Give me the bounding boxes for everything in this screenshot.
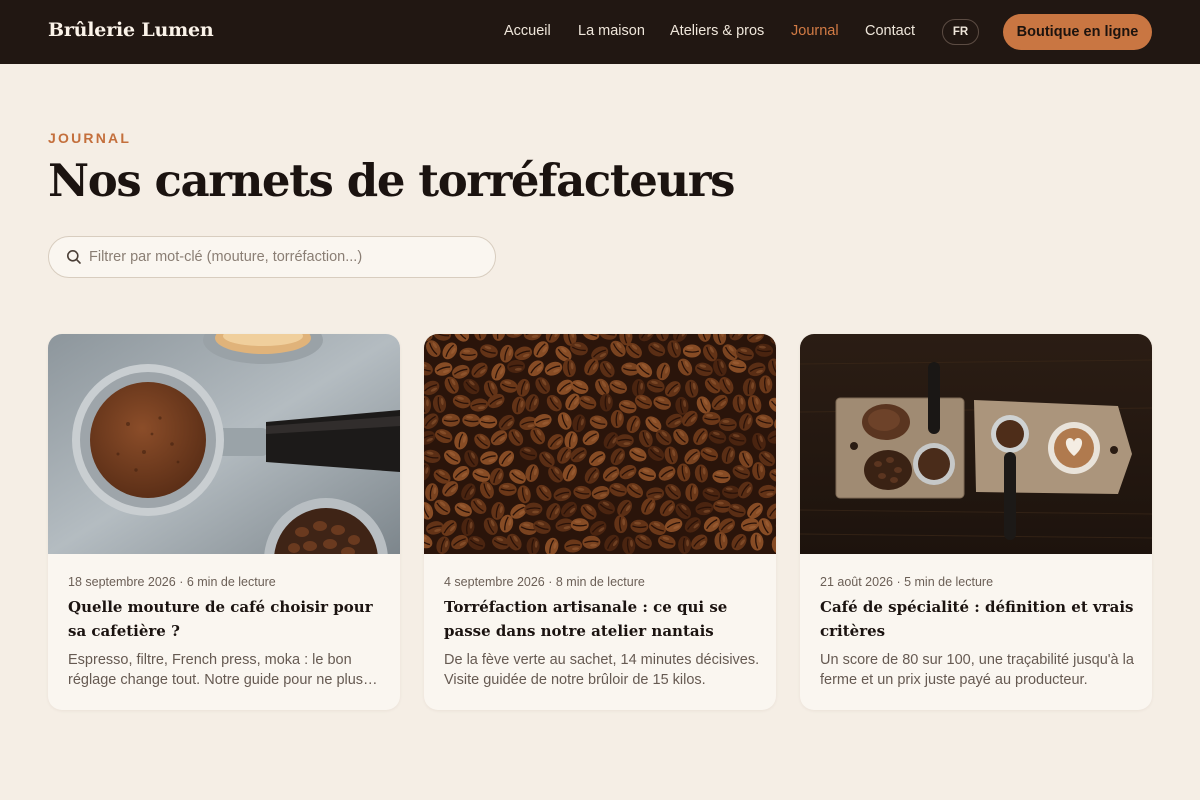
nav-link-ateliers-pros[interactable]: Ateliers & pros xyxy=(670,23,764,39)
search-icon xyxy=(66,249,82,265)
article-title[interactable]: Quelle mouture de café choisir pour sa c… xyxy=(68,595,386,643)
article-card[interactable]: 4 septembre 2026 · 8 min de lecture Torr… xyxy=(424,334,776,710)
article-excerpt: Espresso, filtre, French press, moka : l… xyxy=(68,652,364,688)
site-header: Brûlerie Lumen Accueil La maison Atelier… xyxy=(0,0,1200,64)
article-image-coffee-boards[interactable] xyxy=(800,334,1152,554)
page-title: Nos carnets de torréfacteurs xyxy=(48,154,735,207)
article-excerpt: Un score de 80 sur 100, une traçabilité … xyxy=(820,652,1134,688)
search-input[interactable] xyxy=(89,237,485,277)
nav-link-accueil[interactable]: Accueil xyxy=(504,23,551,39)
section-eyebrow: JOURNAL xyxy=(48,130,132,146)
article-meta: 21 août 2026 · 5 min de lecture xyxy=(820,575,994,589)
search-bar xyxy=(48,236,496,278)
article-card[interactable]: 21 août 2026 · 5 min de lecture Café de … xyxy=(800,334,1152,710)
shop-online-button[interactable]: Boutique en ligne xyxy=(1003,14,1152,50)
article-title[interactable]: Torréfaction artisanale : ce qui se pass… xyxy=(444,595,762,643)
nav-link-contact[interactable]: Contact xyxy=(865,23,915,39)
language-switcher[interactable]: FR xyxy=(942,19,979,45)
nav-link-la-maison[interactable]: La maison xyxy=(578,23,645,39)
article-meta: 4 septembre 2026 · 8 min de lecture xyxy=(444,575,645,589)
article-image-coffee-beans[interactable] xyxy=(424,334,776,554)
article-image-portafilters[interactable] xyxy=(48,334,400,554)
nav-link-journal[interactable]: Journal xyxy=(791,23,839,39)
article-title[interactable]: Café de spécialité : définition et vrais… xyxy=(820,595,1138,643)
article-excerpt: De la fève verte au sachet, 14 minutes d… xyxy=(444,652,760,688)
article-meta: 18 septembre 2026 · 6 min de lecture xyxy=(68,575,276,589)
brand-logo[interactable]: Brûlerie Lumen xyxy=(48,19,214,41)
article-card[interactable]: 18 septembre 2026 · 6 min de lecture Que… xyxy=(48,334,400,710)
